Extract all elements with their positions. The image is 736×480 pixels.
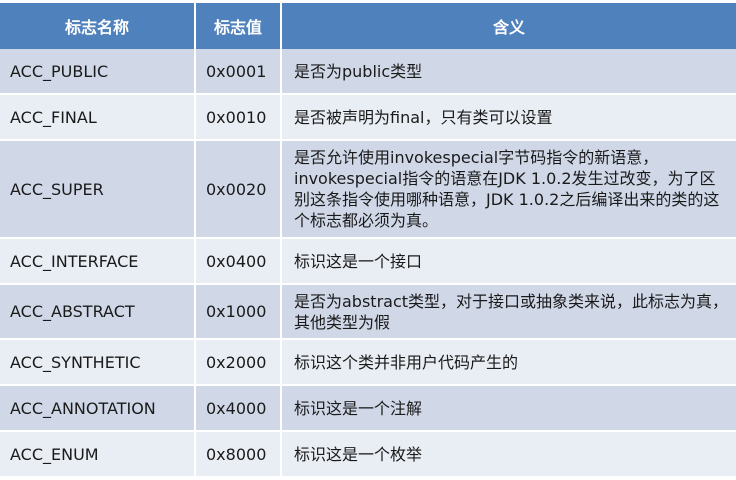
header-meaning: 含义: [281, 3, 736, 49]
table-row: ACC_INTERFACE 0x0400 标识这是一个接口: [0, 238, 736, 285]
flag-value-cell: 0x0400: [195, 238, 282, 285]
flag-value-cell: 0x0001: [195, 49, 282, 95]
table-row: ACC_ANNOTATION 0x4000 标识这是一个注解: [0, 385, 736, 432]
flag-meaning-cell: 是否为public类型: [281, 49, 736, 95]
flag-value-cell: 0x2000: [195, 339, 282, 386]
flag-value-cell: 0x0010: [195, 94, 282, 141]
table-row: ACC_ENUM 0x8000 标识这是一个枚举: [0, 431, 736, 478]
table-row: ACC_FINAL 0x0010 是否被声明为final，只有类可以设置: [0, 94, 736, 141]
flag-value-cell: 0x1000: [195, 284, 282, 340]
table-row: ACC_PUBLIC 0x0001 是否为public类型: [0, 49, 736, 95]
flag-name-cell: ACC_FINAL: [0, 94, 196, 141]
flag-name-cell: ACC_ANNOTATION: [0, 385, 196, 432]
header-flag-value: 标志值: [195, 3, 282, 49]
flag-meaning-cell: 标识这是一个枚举: [281, 431, 736, 478]
table-row: ACC_SYNTHETIC 0x2000 标识这个类并非用户代码产生的: [0, 339, 736, 386]
flag-meaning-cell: 标识这是一个接口: [281, 238, 736, 285]
flag-name-cell: ACC_PUBLIC: [0, 49, 196, 95]
flag-meaning-cell: 标识这个类并非用户代码产生的: [281, 339, 736, 386]
flag-value-cell: 0x4000: [195, 385, 282, 432]
flag-name-cell: ACC_ENUM: [0, 431, 196, 478]
flag-meaning-cell: 标识这是一个注解: [281, 385, 736, 432]
access-flags-table: 标志名称 标志值 含义 ACC_PUBLIC 0x0001 是否为public类…: [0, 3, 736, 478]
flag-value-cell: 0x8000: [195, 431, 282, 478]
flag-value-cell: 0x0020: [195, 140, 282, 239]
flag-name-cell: ACC_ABSTRACT: [0, 284, 196, 340]
flag-name-cell: ACC_SUPER: [0, 140, 196, 239]
header-flag-name: 标志名称: [0, 3, 196, 49]
table-header-row: 标志名称 标志值 含义: [0, 3, 736, 49]
table-row: ACC_SUPER 0x0020 是否允许使用invokespecial字节码指…: [0, 140, 736, 239]
flag-meaning-cell: 是否为abstract类型，对于接口或抽象类来说，此标志为真，其他类型为假: [281, 284, 736, 340]
table-row: ACC_ABSTRACT 0x1000 是否为abstract类型，对于接口或抽…: [0, 284, 736, 340]
flag-name-cell: ACC_SYNTHETIC: [0, 339, 196, 386]
flag-meaning-cell: 是否允许使用invokespecial字节码指令的新语意，invokespeci…: [281, 140, 736, 239]
flag-name-cell: ACC_INTERFACE: [0, 238, 196, 285]
flag-meaning-cell: 是否被声明为final，只有类可以设置: [281, 94, 736, 141]
